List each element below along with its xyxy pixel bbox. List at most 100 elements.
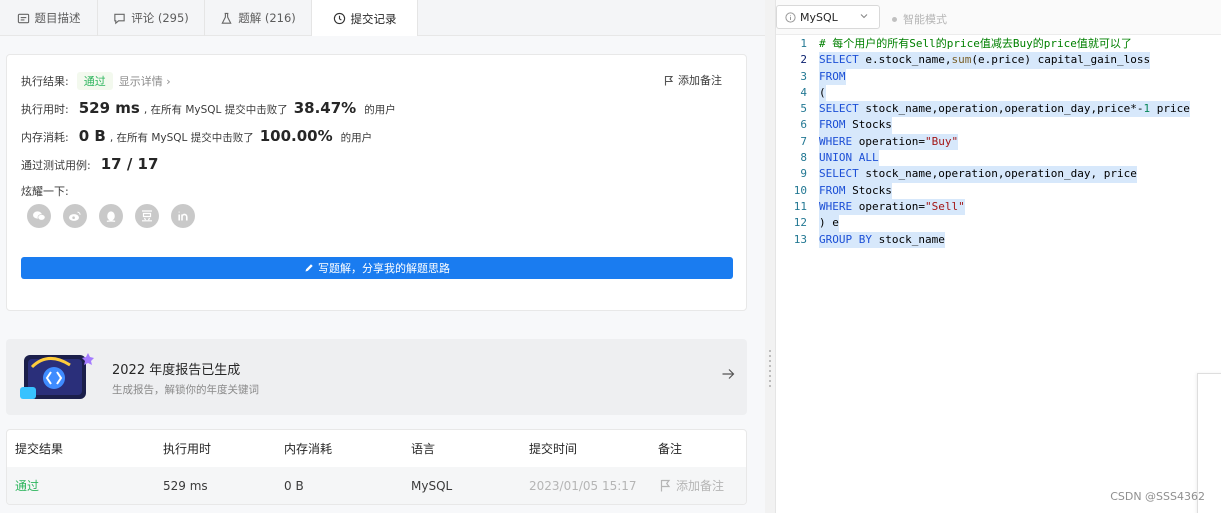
code-line[interactable]: 13 GROUP BY stock_name — [776, 231, 1221, 248]
memory-label: 内存消耗: — [21, 131, 69, 144]
show-detail-link[interactable]: 显示详情 › — [119, 73, 171, 89]
language-select[interactable]: MySQL — [776, 5, 880, 29]
code-line[interactable]: 10 FROM Stocks — [776, 182, 1221, 199]
watermark: CSDN @SSS4362 — [1110, 490, 1205, 503]
code-line[interactable]: 8 UNION ALL — [776, 150, 1221, 167]
code-line[interactable]: 6 FROM Stocks — [776, 117, 1221, 134]
code-text: # 每个用户的所有Sell的price值减去Buy的price值就可以了 — [819, 36, 1132, 52]
douban-icon[interactable] — [135, 204, 159, 228]
tests-row: 通过测试用例: 17 / 17 — [21, 155, 162, 173]
editor-toolbar: MySQL 智能模式 — [776, 0, 1221, 35]
code-token: FROM — [819, 183, 846, 197]
code-line[interactable]: 5 SELECT stock_name,operation,operation_d… — [776, 101, 1221, 118]
line-number: 7 — [800, 134, 807, 148]
code-line[interactable]: 1 # 每个用户的所有Sell的price值减去Buy的price值就可以了 — [776, 36, 1221, 52]
code-token: ) e — [819, 216, 839, 230]
memory-percent: 100.00% — [259, 127, 333, 145]
code-text: SELECT e.stock_name,sum(e.price) capital… — [819, 52, 1151, 69]
smart-mode-dot-icon — [892, 16, 897, 22]
code-line[interactable]: 9 SELECT stock_name,operation,operation_d… — [776, 166, 1221, 183]
tab-description-label: 题目描述 — [34, 11, 81, 25]
wechat-icon[interactable] — [27, 204, 51, 228]
result-label: 执行结果: — [21, 75, 69, 88]
runtime-label: 执行用时: — [21, 103, 69, 116]
chevron-down-icon — [860, 14, 868, 19]
code-token: SELECT — [819, 102, 859, 116]
line-number: 11 — [793, 199, 807, 213]
code-token: WHERE — [819, 199, 853, 213]
row-memory: 0 B — [284, 478, 304, 493]
write-solution-button[interactable]: 写题解，分享我的解题思路 — [21, 257, 733, 279]
add-note-button[interactable]: 添加备注 — [664, 72, 722, 88]
code-token: WHERE — [819, 134, 853, 148]
header-note: 备注 — [658, 442, 683, 456]
code-text: ) e — [819, 215, 839, 232]
header-language: 语言 — [411, 442, 436, 456]
annual-report-banner[interactable]: 2022 年度报告已生成 生成报告，解锁你的年度关键词 — [6, 339, 747, 415]
table-header: 提交结果 执行用时 内存消耗 语言 提交时间 备注 — [7, 430, 746, 467]
row-language: MySQL — [411, 478, 453, 493]
code-token: # 每个用户的所有Sell的price值减去Buy的price值就可以了 — [819, 37, 1132, 50]
line-number: 1 — [800, 37, 807, 50]
weibo-icon[interactable] — [63, 204, 87, 228]
tab-comments-label: 评论 (295) — [131, 11, 189, 25]
line-number: 4 — [800, 85, 807, 99]
memory-value: 0 B — [78, 127, 106, 145]
code-token: Stocks — [845, 118, 892, 132]
code-token: UNION ALL — [819, 151, 879, 165]
qq-icon[interactable] — [99, 204, 123, 228]
code-token: price — [1150, 102, 1190, 116]
code-line[interactable]: 11 WHERE operation="Sell" — [776, 198, 1221, 216]
flag-icon — [660, 479, 671, 492]
header-runtime: 执行用时 — [163, 442, 212, 456]
row-time: 2023/01/05 15:17 — [529, 478, 637, 493]
code-text: FROM Stocks — [819, 117, 892, 134]
result-status-row: 执行结果: 通过 显示详情 › — [21, 72, 171, 90]
submission-pane: 执行结果: 通过 显示详情 › 添加备注 执行用时: 529 ms , 在所有 … — [0, 36, 765, 513]
row-result[interactable]: 通过 — [15, 467, 39, 504]
code-token: FROM — [819, 69, 846, 83]
tests-label: 通过测试用例: — [21, 159, 91, 172]
code-token: stock_name,operation,operation_day, pric… — [858, 167, 1137, 181]
code-token: SELECT — [819, 53, 859, 67]
code-line[interactable]: 3 FROM — [776, 68, 1221, 85]
pane-splitter[interactable] — [765, 0, 775, 513]
flag-icon — [664, 75, 674, 85]
row-runtime: 529 ms — [163, 478, 208, 493]
arrow-right-icon — [722, 369, 735, 379]
line-number: 8 — [800, 151, 807, 165]
code-area[interactable]: 1 # 每个用户的所有Sell的price值减去Buy的price值就可以了 2 SE… — [776, 36, 1221, 248]
code-line[interactable]: 4( — [776, 84, 1221, 102]
header-memory: 内存消耗 — [284, 442, 333, 456]
banner-title: 2022 年度报告已生成 — [112, 363, 241, 378]
status-badge: 通过 — [76, 72, 113, 90]
line-number: 13 — [793, 232, 807, 246]
linkedin-icon[interactable] — [171, 204, 195, 228]
header-time: 提交时间 — [529, 442, 578, 456]
row-add-note-button[interactable]: 添加备注 — [660, 467, 724, 504]
code-line[interactable]: 7 WHERE operation="Buy" — [776, 133, 1221, 151]
code-text: WHERE operation="Sell" — [819, 198, 965, 216]
code-token: (e.price) capital_gain_loss — [971, 53, 1151, 67]
memory-text: , 在所有 MySQL 提交中击败了 — [109, 132, 254, 144]
table-row[interactable]: 通过 529 ms 0 B MySQL 2023/01/05 15:17 添加备… — [7, 467, 746, 504]
tab-comments[interactable]: 评论 (295) — [98, 0, 205, 36]
share-row: 炫耀一下: — [21, 183, 69, 199]
code-token: FROM — [819, 118, 846, 132]
tab-solutions-label: 题解 (216) — [238, 11, 296, 25]
code-token: stock_name — [871, 232, 945, 246]
drag-handle-icon[interactable] — [769, 350, 771, 390]
tab-description[interactable]: 题目描述 — [0, 0, 98, 36]
line-number: 6 — [800, 118, 807, 132]
code-line[interactable]: 12) e — [776, 215, 1221, 232]
tab-submissions[interactable]: 提交记录 — [312, 0, 418, 37]
share-label: 炫耀一下: — [21, 185, 69, 198]
code-line[interactable]: 2 SELECT e.stock_name,sum(e.price) capita… — [776, 52, 1221, 69]
code-token: e.stock_name, — [858, 53, 952, 67]
smart-mode-toggle[interactable]: 智能模式 — [892, 11, 947, 27]
description-icon — [17, 13, 29, 23]
code-editor-pane: MySQL 智能模式 1 # 每个用户的所有Sell的price值减去Buy的pr… — [775, 0, 1221, 513]
tab-solutions[interactable]: 题解 (216) — [205, 0, 312, 36]
tab-bar: 题目描述 评论 (295) 题解 (216) 提交记录 — [0, 0, 765, 37]
code-text: UNION ALL — [819, 150, 879, 167]
